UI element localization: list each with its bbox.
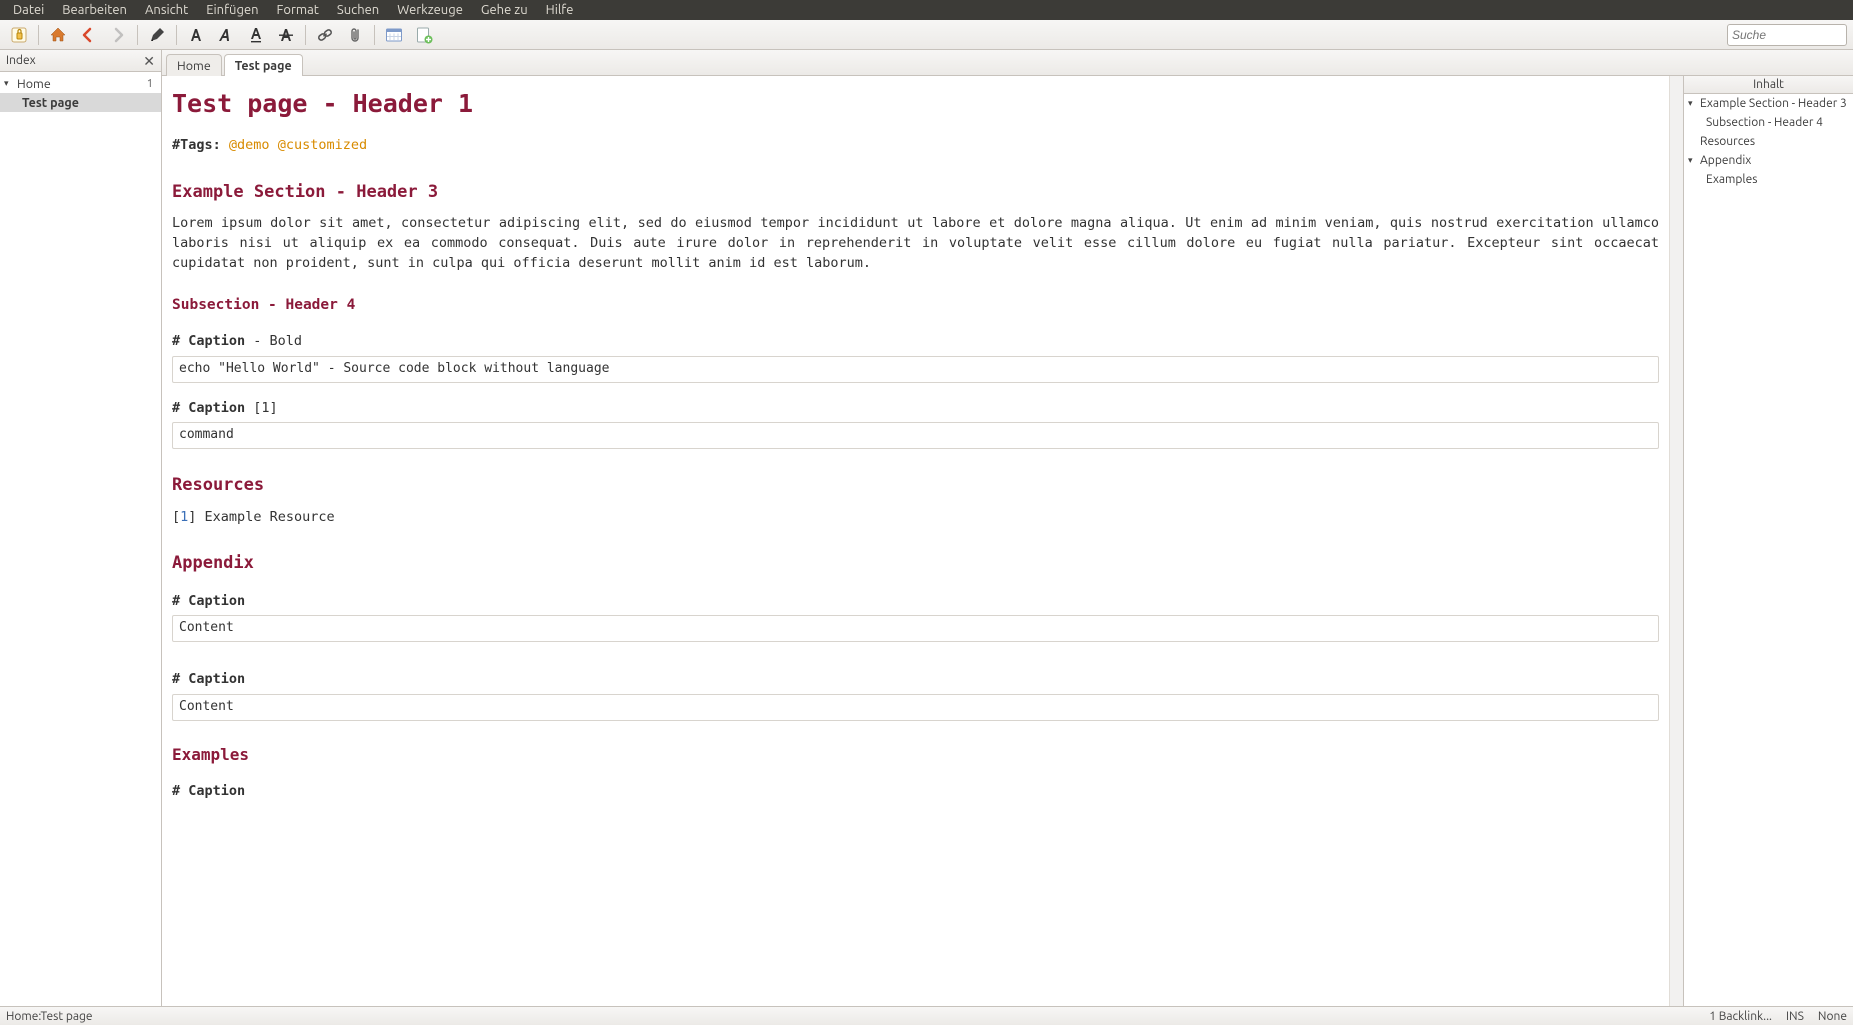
status-extra: None (1818, 1010, 1847, 1023)
code-block: Content (172, 615, 1659, 642)
index-item-testpage[interactable]: Test page (0, 93, 161, 112)
underline-button[interactable] (242, 22, 270, 48)
toc-item-appendix[interactable]: ▾ Appendix (1684, 151, 1853, 170)
toolbar-separator (176, 25, 177, 45)
caption-text: # Caption (172, 671, 245, 687)
heading-subsection: Subsection - Header 4 (172, 295, 1659, 316)
heading-appendix: Appendix (172, 551, 1659, 576)
tag-demo[interactable]: @demo (229, 137, 270, 153)
tag-customized[interactable]: @customized (278, 137, 367, 153)
toolbar-separator (137, 25, 138, 45)
toolbar-separator (374, 25, 375, 45)
menu-hilfe[interactable]: Hilfe (537, 1, 583, 19)
paragraph-lorem: Lorem ipsum dolor sit amet, consectetur … (172, 214, 1659, 273)
index-item-count: 1 (147, 78, 157, 90)
italic-button[interactable] (212, 22, 240, 48)
index-tree: ▾ Home 1 Test page (0, 72, 161, 114)
index-item-label: Home (17, 77, 51, 91)
insert-link-button[interactable] (311, 22, 339, 48)
expand-icon[interactable]: ▾ (4, 78, 13, 89)
toc-pane: Inhalt ▾ Example Section - Header 3 Subs… (1683, 76, 1853, 1006)
code-block: echo "Hello World" - Source code block w… (172, 356, 1659, 383)
menu-werkzeuge[interactable]: Werkzeuge (388, 1, 472, 19)
home-button[interactable] (44, 22, 72, 48)
caption-suffix: - Bold (245, 333, 302, 349)
expand-icon[interactable]: ▾ (1688, 98, 1697, 109)
index-item-home[interactable]: ▾ Home 1 (0, 74, 161, 93)
code-block: Content (172, 694, 1659, 721)
caption-text: # Caption (172, 400, 253, 416)
toolbar-separator (38, 25, 39, 45)
caption-text: # Caption (172, 333, 245, 349)
code-block: command (172, 422, 1659, 449)
path-tab-home[interactable]: Home (166, 54, 222, 76)
attach-button[interactable] (341, 22, 369, 48)
status-backlinks[interactable]: 1 Backlink... (1709, 1010, 1772, 1023)
editor-area[interactable]: Test page - Header 1 #Tags: @demo @custo… (162, 76, 1669, 1006)
scrollbar[interactable] (1669, 76, 1683, 1006)
caption-suffix: [1] (253, 400, 277, 416)
index-pane: Index ✕ ▾ Home 1 Test page (0, 50, 162, 1006)
toolbar-separator (305, 25, 306, 45)
toc-item-label: Resources (1700, 135, 1755, 148)
caption-text: # Caption (172, 593, 245, 609)
search-box[interactable] (1727, 24, 1847, 46)
caption-text: # Caption (172, 783, 245, 799)
menu-ansicht[interactable]: Ansicht (136, 1, 197, 19)
expand-icon[interactable]: ▾ (1688, 155, 1697, 166)
statusbar: Home:Test page 1 Backlink... INS None (0, 1006, 1853, 1025)
new-page-button[interactable] (410, 22, 438, 48)
menubar: Datei Bearbeiten Ansicht Einfügen Format… (0, 0, 1853, 20)
heading-resources: Resources (172, 473, 1659, 498)
toggle-readonly-button[interactable] (5, 22, 33, 48)
path-tab-current[interactable]: Test page (224, 54, 303, 76)
back-button[interactable] (74, 22, 102, 48)
menu-bearbeiten[interactable]: Bearbeiten (53, 1, 136, 19)
menu-suchen[interactable]: Suchen (328, 1, 388, 19)
close-index-icon[interactable]: ✕ (143, 54, 155, 68)
calendar-button[interactable] (380, 22, 408, 48)
toc-item-resources[interactable]: Resources (1684, 132, 1853, 151)
status-path: Home:Test page (6, 1010, 93, 1023)
menu-datei[interactable]: Datei (4, 1, 53, 19)
toc-item-label: Example Section - Header 3 (1700, 97, 1847, 110)
resource-line: [1] Example Resource (172, 508, 1659, 528)
toc-item-label: Subsection - Header 4 (1706, 116, 1823, 129)
heading-examples: Examples (172, 743, 1659, 766)
tags-label: #Tags: (172, 137, 229, 153)
search-input[interactable] (1732, 28, 1853, 42)
toc-item-label: Examples (1706, 173, 1757, 186)
page-title: Test page - Header 1 (172, 86, 1659, 122)
status-mode: INS (1786, 1010, 1804, 1023)
forward-button[interactable] (104, 22, 132, 48)
toolbar (0, 20, 1853, 50)
strike-button[interactable] (272, 22, 300, 48)
toc-item-label: Appendix (1700, 154, 1751, 167)
tags-line: #Tags: @demo @customized (172, 136, 1659, 156)
edit-button[interactable] (143, 22, 171, 48)
heading-example-section: Example Section - Header 3 (172, 180, 1659, 205)
toc-item-subsection[interactable]: Subsection - Header 4 (1684, 113, 1853, 132)
pathbar: Home Test page (162, 50, 1853, 76)
toc-item-examples[interactable]: Examples (1684, 170, 1853, 189)
menu-einfuegen[interactable]: Einfügen (197, 1, 267, 19)
menu-gehezu[interactable]: Gehe zu (472, 1, 537, 19)
index-item-label: Test page (22, 96, 79, 110)
toc-item-example[interactable]: ▾ Example Section - Header 3 (1684, 94, 1853, 113)
index-title: Index (6, 54, 36, 67)
toc-title: Inhalt (1684, 76, 1853, 94)
bold-button[interactable] (182, 22, 210, 48)
menu-format[interactable]: Format (268, 1, 328, 19)
